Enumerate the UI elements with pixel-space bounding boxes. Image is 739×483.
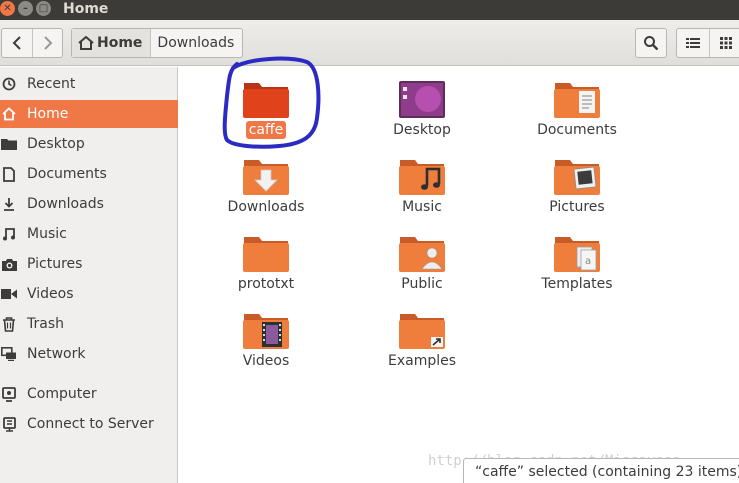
folder-templates[interactable]: a Templates xyxy=(517,233,637,293)
sidebar-item-label: Videos xyxy=(27,286,74,302)
clock-icon xyxy=(0,75,18,93)
computer-icon xyxy=(0,385,18,403)
examples-folder-icon xyxy=(399,314,445,349)
home-icon xyxy=(0,105,18,123)
folder-examples[interactable]: Examples xyxy=(362,310,482,370)
forward-button[interactable] xyxy=(32,29,62,57)
sidebar-item-network[interactable]: Network xyxy=(0,340,178,368)
sidebar-item-home[interactable]: Home xyxy=(0,100,178,128)
sidebar-item-label: Music xyxy=(27,226,67,242)
folder-icon xyxy=(243,83,289,118)
view-switcher xyxy=(676,28,739,58)
sidebar-item-label: Home xyxy=(27,106,69,122)
nav-buttons xyxy=(1,28,63,58)
sidebar-item-label: Trash xyxy=(27,316,64,332)
folder-downloads[interactable]: Downloads xyxy=(206,156,326,216)
sidebar-item-label: Desktop xyxy=(27,136,85,152)
folder-desktop[interactable]: Desktop xyxy=(362,79,482,139)
sidebar-item-downloads[interactable]: Downloads xyxy=(0,190,178,218)
folder-label: caffe xyxy=(245,121,287,139)
sidebar-item-desktop[interactable]: Desktop xyxy=(0,130,178,158)
search-icon xyxy=(644,36,659,51)
folder-label: Desktop xyxy=(393,122,451,138)
pictures-folder-icon xyxy=(554,160,600,195)
file-manager-window: ✕ – □ Home Home Downloads Recent Home De… xyxy=(0,0,739,483)
folder-label: Examples xyxy=(387,353,457,369)
breadcrumb: Home Downloads xyxy=(71,28,244,58)
breadcrumb-downloads[interactable]: Downloads xyxy=(151,29,242,57)
trash-icon xyxy=(0,315,18,333)
sidebar-item-music[interactable]: Music xyxy=(0,220,178,248)
close-window-button[interactable]: ✕ xyxy=(0,1,15,16)
music-icon xyxy=(0,225,18,243)
list-view-button[interactable] xyxy=(677,29,709,57)
folder-label: Public xyxy=(401,276,443,292)
search-button[interactable] xyxy=(635,28,667,58)
folder-public[interactable]: Public xyxy=(362,233,482,293)
chevron-left-icon xyxy=(12,36,21,50)
toolbar: Home Downloads xyxy=(0,20,739,66)
breadcrumb-downloads-label: Downloads xyxy=(157,35,235,51)
folder-pictures[interactable]: Pictures xyxy=(517,156,637,216)
folder-label: Downloads xyxy=(227,199,305,215)
sidebar-item-videos[interactable]: Videos xyxy=(0,280,178,308)
download-icon xyxy=(0,195,18,213)
document-icon xyxy=(0,165,18,183)
window-title: Home xyxy=(63,1,109,17)
grid-view-icon xyxy=(719,37,732,49)
sidebar-item-documents[interactable]: Documents xyxy=(0,160,178,188)
folder-prototxt[interactable]: prototxt xyxy=(206,233,326,293)
maximize-window-button[interactable]: □ xyxy=(36,1,51,16)
status-bar: “caffe” selected (containing 23 items) xyxy=(463,458,739,483)
breadcrumb-home[interactable]: Home xyxy=(72,29,152,57)
folder-music[interactable]: Music xyxy=(362,156,482,216)
breadcrumb-home-label: Home xyxy=(97,35,143,51)
folder-videos[interactable]: Videos xyxy=(206,310,326,370)
sidebar-item-computer[interactable]: Computer xyxy=(0,380,178,408)
grid-view-button[interactable] xyxy=(709,29,739,57)
list-view-icon xyxy=(686,38,700,48)
sidebar-item-label: Network xyxy=(27,346,86,362)
sidebar-item-pictures[interactable]: Pictures xyxy=(0,250,178,278)
status-text: “caffe” selected (containing 23 items) xyxy=(475,464,739,480)
minimize-window-button[interactable]: – xyxy=(18,1,33,16)
camera-icon xyxy=(0,255,18,273)
documents-folder-icon xyxy=(554,83,600,118)
sidebar-item-trash[interactable]: Trash xyxy=(0,310,178,338)
videos-folder-icon xyxy=(243,314,289,349)
folder-label: Templates xyxy=(541,276,613,292)
folder-label: Videos xyxy=(242,353,290,369)
folder-label: Documents xyxy=(537,122,617,138)
desktop-folder-icon xyxy=(399,81,445,118)
places-sidebar: Recent Home Desktop Documents Downloads … xyxy=(0,67,178,483)
folder-label: Music xyxy=(402,199,442,215)
folder-caffe[interactable]: caffe xyxy=(206,79,326,139)
server-icon xyxy=(0,415,18,433)
chevron-right-icon xyxy=(43,36,52,50)
folder-label: Pictures xyxy=(549,199,605,215)
music-folder-icon xyxy=(399,160,445,195)
sidebar-item-recent[interactable]: Recent xyxy=(0,70,178,98)
folder-label: prototxt xyxy=(237,276,295,292)
sidebar-item-label: Downloads xyxy=(27,196,104,212)
sidebar-item-connect-to-server[interactable]: Connect to Server xyxy=(0,410,178,438)
folder-icon xyxy=(243,237,289,272)
templates-folder-icon: a xyxy=(554,237,600,272)
video-icon xyxy=(0,285,18,303)
file-grid: caffe Desktop Documents Downloads Music … xyxy=(179,56,739,483)
svg-text:a: a xyxy=(585,256,591,267)
network-icon xyxy=(0,345,18,363)
title-bar: ✕ – □ Home xyxy=(0,0,739,20)
sidebar-item-label: Pictures xyxy=(27,256,83,272)
downloads-folder-icon xyxy=(243,160,289,195)
sidebar-item-label: Documents xyxy=(27,166,107,182)
back-button[interactable] xyxy=(2,29,32,57)
folder-icon xyxy=(0,135,18,153)
sidebar-item-label: Connect to Server xyxy=(27,416,154,432)
public-folder-icon xyxy=(399,237,445,272)
sidebar-item-label: Recent xyxy=(27,76,76,92)
home-icon xyxy=(78,36,94,50)
sidebar-item-label: Computer xyxy=(27,386,97,402)
folder-documents[interactable]: Documents xyxy=(517,79,637,139)
